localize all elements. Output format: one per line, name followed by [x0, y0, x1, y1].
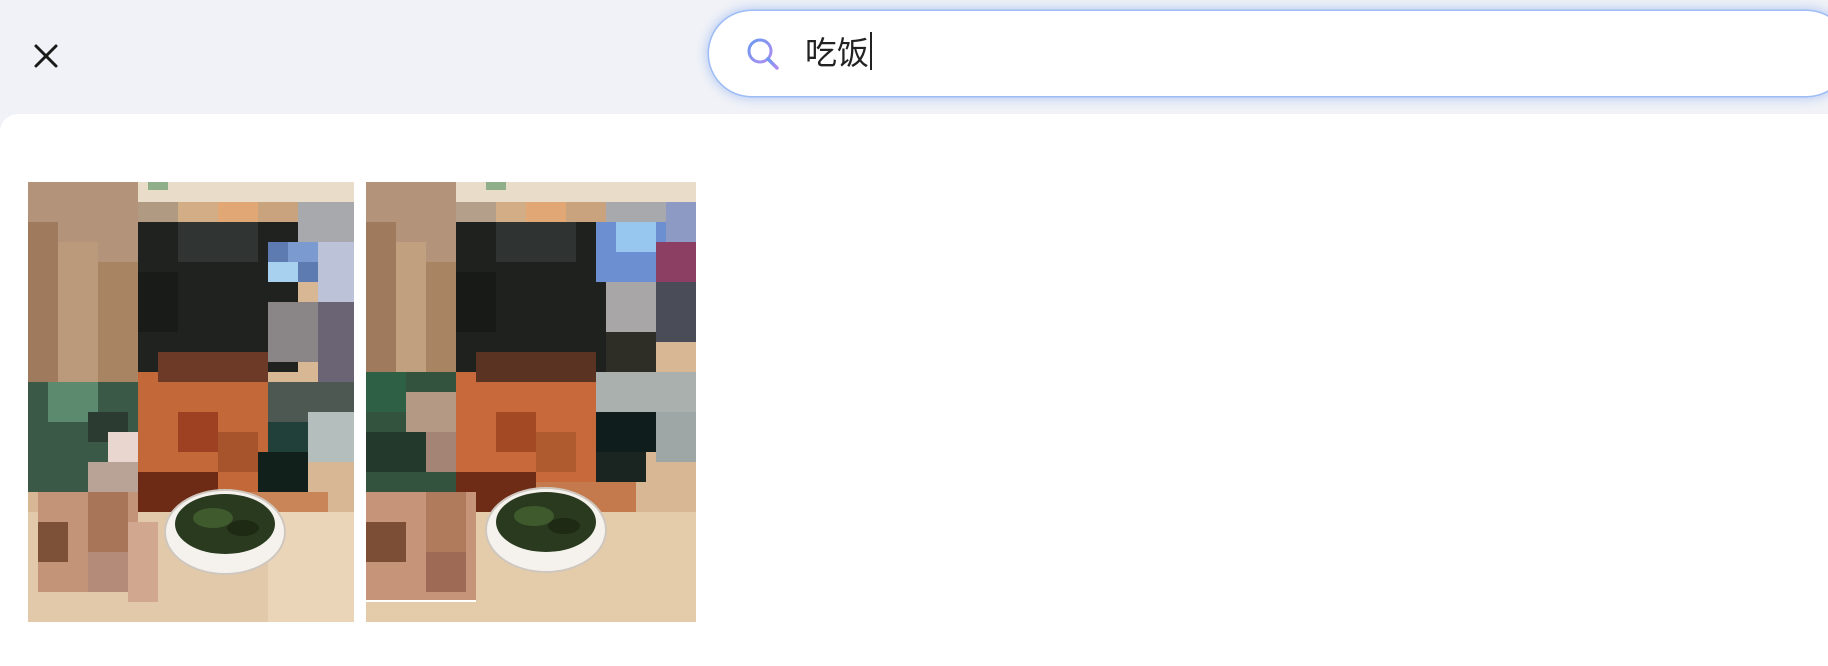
photo-image	[366, 182, 696, 622]
close-icon	[34, 44, 58, 68]
photo-image	[28, 182, 358, 622]
search-icon	[747, 38, 779, 70]
text-caret	[870, 32, 873, 70]
search-field[interactable]: 吃饭	[709, 11, 1828, 96]
search-input[interactable]: 吃饭	[805, 31, 873, 75]
search-query: 吃饭	[805, 34, 870, 72]
top-bar: 吃饭	[0, 0, 1828, 114]
photo-thumbnail[interactable]	[28, 182, 358, 622]
photo-thumbnail[interactable]	[366, 182, 696, 622]
search-results	[0, 114, 1828, 666]
close-button[interactable]	[22, 32, 70, 80]
